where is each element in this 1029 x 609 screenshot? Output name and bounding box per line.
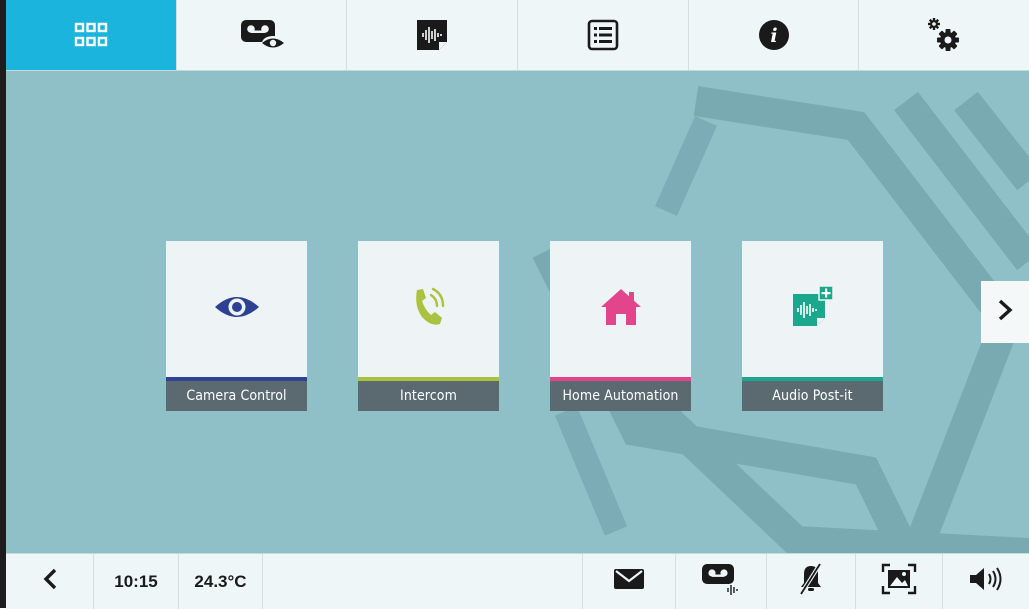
svg-text:i: i [770,25,777,47]
app-launcher-area: Camera Control Intercom Home Automation … [6,71,1029,553]
tile-camera-control[interactable]: Camera Control [166,241,307,411]
tab-apps[interactable] [6,0,177,70]
phone-ringing-icon [411,286,447,332]
tile-intercom[interactable]: Intercom [358,241,499,411]
back-button[interactable] [6,554,94,609]
tile-label: Camera Control [166,381,307,411]
audio-post-it-add-icon [790,284,836,334]
temperature-readout: 24.3°C [179,554,263,609]
next-page-button[interactable] [981,281,1029,343]
tab-settings[interactable] [859,0,1029,70]
tile-label: Home Automation [550,381,691,411]
volume-button[interactable] [943,554,1029,609]
picture-button[interactable] [856,554,943,609]
tile-label: Audio Post-it [742,381,883,411]
mute-bell-button[interactable] [767,554,856,609]
status-spacer [263,554,583,609]
home-icon [599,287,643,331]
screen: i Camera Control Intercom Home Automatio… [0,0,1029,609]
apps-grid-icon [74,22,108,48]
clock: 10:15 [94,554,179,609]
tab-info[interactable]: i [689,0,860,70]
tab-video-memo[interactable] [177,0,348,70]
messages-button[interactable] [583,554,676,609]
chevron-right-icon [997,299,1013,325]
tab-audio-post-it[interactable] [347,0,519,70]
mail-icon [613,568,645,595]
tab-list[interactable] [518,0,689,70]
settings-icon [924,15,964,55]
tile-home-automation[interactable]: Home Automation [550,241,691,411]
audio-memo-button[interactable] [676,554,767,609]
info-icon: i [758,19,790,51]
eye-icon [213,293,261,325]
chevron-left-icon [43,568,57,595]
video-memo-icon [237,17,287,53]
audio-memo-icon [700,562,742,601]
bottom-status-bar: 10:15 24.3°C [6,553,1029,609]
audio-post-it-icon [414,17,450,53]
top-navigation-bar: i [6,0,1029,71]
volume-icon [968,566,1004,597]
list-icon [587,19,619,51]
picture-icon [881,563,917,600]
bell-muted-icon [798,562,824,600]
tile-audio-post-it[interactable]: Audio Post-it [742,241,883,411]
tile-label: Intercom [358,381,499,411]
